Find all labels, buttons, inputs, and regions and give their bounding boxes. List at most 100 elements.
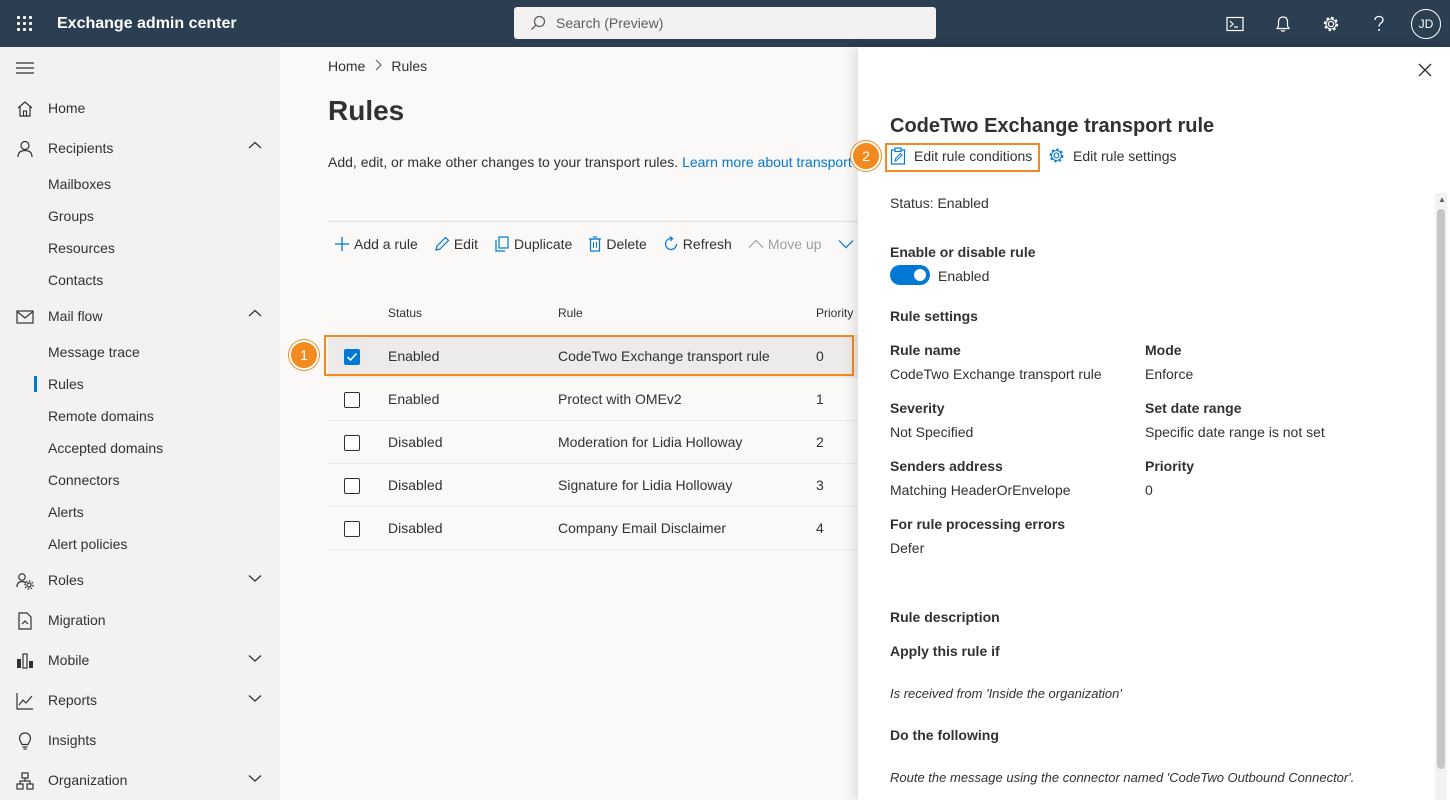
move-up-button[interactable]: Move up	[748, 236, 822, 252]
nav-message-trace-label: Message trace	[48, 344, 140, 360]
panel-scrollbar[interactable]: ▲	[1435, 193, 1447, 800]
move-down-button[interactable]	[838, 239, 858, 249]
mail-icon	[16, 310, 34, 324]
nav-reports[interactable]: Reports	[0, 680, 280, 720]
apply-heading: Apply this rule if	[890, 643, 1000, 659]
delete-button[interactable]: Delete	[588, 236, 647, 252]
table-row[interactable]: Disabled Moderation for Lidia Holloway 2	[328, 421, 858, 464]
gear-icon	[1323, 16, 1339, 31]
cloud-shell-button[interactable]	[1211, 0, 1259, 47]
page-title: Rules	[328, 95, 405, 126]
column-header-priority[interactable]: Priority	[816, 306, 853, 320]
senders-label: Senders address	[890, 458, 1003, 474]
nav-groups[interactable]: Groups	[0, 200, 280, 232]
add-rule-button[interactable]: Add a rule	[334, 236, 418, 252]
nav-reports-label: Reports	[48, 692, 98, 708]
nav-home[interactable]: Home	[0, 88, 280, 128]
chevron-up-icon	[248, 141, 262, 149]
enable-heading: Enable or disable rule	[890, 244, 1036, 260]
panel-status: Status: Enabled	[890, 195, 989, 211]
duplicate-button[interactable]: Duplicate	[494, 236, 572, 252]
nav-recipients[interactable]: Recipients	[0, 128, 280, 168]
page-description-text: Add, edit, or make other changes to your…	[328, 154, 679, 170]
edit-button[interactable]: Edit	[434, 236, 478, 252]
enable-toggle[interactable]	[890, 265, 930, 285]
row-status: Disabled	[388, 520, 443, 536]
waffle-icon	[16, 16, 32, 31]
move-up-label: Move up	[767, 236, 822, 252]
bell-icon	[1275, 15, 1291, 32]
table-row[interactable]: Enabled Protect with OMEv2 1	[328, 378, 858, 421]
refresh-icon	[664, 236, 677, 251]
question-icon	[1374, 15, 1384, 31]
callout-badge-2: 2	[851, 141, 881, 171]
delete-label: Delete	[606, 236, 647, 252]
chevron-down-icon	[248, 575, 262, 582]
nav-insights-label: Insights	[48, 732, 97, 748]
nav-contacts[interactable]: Contacts	[0, 264, 280, 296]
table-row[interactable]: Disabled Company Email Disclaimer 4	[328, 507, 858, 550]
pencil-icon	[435, 236, 450, 251]
date-range-label: Set date range	[1145, 400, 1242, 416]
nav-resources[interactable]: Resources	[0, 232, 280, 264]
settings-button[interactable]	[1307, 0, 1355, 47]
help-button[interactable]	[1355, 0, 1403, 47]
lightbulb-icon	[18, 732, 32, 750]
mobile-icon	[17, 653, 33, 669]
nav-remote-domains-label: Remote domains	[48, 408, 154, 424]
nav-mailboxes[interactable]: Mailboxes	[0, 168, 280, 200]
row-checkbox[interactable]	[344, 521, 360, 537]
rule-name-value: CodeTwo Exchange transport rule	[890, 366, 1102, 382]
breadcrumb-home[interactable]: Home	[328, 58, 365, 74]
notifications-button[interactable]	[1259, 0, 1307, 47]
row-checkbox[interactable]	[344, 478, 360, 494]
toggle-label: Enabled	[938, 268, 990, 284]
roles-icon	[16, 573, 34, 590]
nav-connectors[interactable]: Connectors	[0, 464, 280, 496]
learn-more-link[interactable]: Learn more about transport rules	[682, 154, 858, 170]
table-row[interactable]: Disabled Signature for Lidia Holloway 3	[328, 464, 858, 507]
priority-label: Priority	[1145, 458, 1195, 474]
edit-rule-settings-button[interactable]: Edit rule settings	[1048, 147, 1177, 164]
edit-label: Edit	[453, 236, 478, 252]
nav-roles[interactable]: Roles	[0, 560, 280, 600]
nav-remote-domains[interactable]: Remote domains	[0, 400, 280, 432]
row-checkbox[interactable]	[344, 392, 360, 408]
scroll-up-icon: ▲	[1438, 195, 1446, 204]
nav-organization[interactable]: Organization	[0, 760, 280, 800]
row-priority: 3	[816, 477, 824, 493]
nav-insights[interactable]: Insights	[0, 720, 280, 760]
rule-name-label: Rule name	[890, 342, 961, 358]
nav-alerts[interactable]: Alerts	[0, 496, 280, 528]
nav-resources-label: Resources	[48, 240, 115, 256]
column-header-rule[interactable]: Rule	[558, 306, 583, 320]
column-header-status[interactable]: Status	[388, 306, 422, 320]
gear-icon	[1049, 148, 1064, 163]
nav-message-trace[interactable]: Message trace	[0, 336, 280, 368]
nav-mobile[interactable]: Mobile	[0, 640, 280, 680]
row-checkbox[interactable]	[344, 435, 360, 451]
nav-migration[interactable]: Migration	[0, 600, 280, 640]
nav-home-label: Home	[48, 100, 86, 116]
hamburger-icon	[16, 62, 34, 74]
main-content: Home Rules Rules Add, edit, or make othe…	[280, 47, 858, 800]
refresh-button[interactable]: Refresh	[663, 236, 732, 252]
nav-accepted-domains[interactable]: Accepted domains	[0, 432, 280, 464]
do-value: Route the message using the connector na…	[890, 770, 1355, 785]
migration-icon	[18, 612, 32, 630]
nav-alert-policies[interactable]: Alert policies	[0, 528, 280, 560]
nav-mail-flow[interactable]: Mail flow	[0, 296, 280, 336]
nav-rules[interactable]: Rules	[0, 368, 280, 400]
nav-organization-label: Organization	[48, 772, 128, 788]
terminal-icon	[1226, 16, 1244, 31]
app-launcher-button[interactable]	[0, 0, 48, 47]
nav-mobile-label: Mobile	[48, 652, 90, 668]
reports-icon	[16, 693, 33, 710]
search-input[interactable]: Search (Preview)	[514, 7, 936, 39]
scrollbar-thumb[interactable]	[1437, 209, 1445, 769]
errors-value: Defer	[890, 540, 925, 556]
collapse-nav-button[interactable]	[16, 61, 34, 78]
close-panel-button[interactable]	[1418, 63, 1432, 80]
avatar[interactable]: JD	[1411, 8, 1441, 39]
errors-label: For rule processing errors	[890, 516, 1066, 532]
